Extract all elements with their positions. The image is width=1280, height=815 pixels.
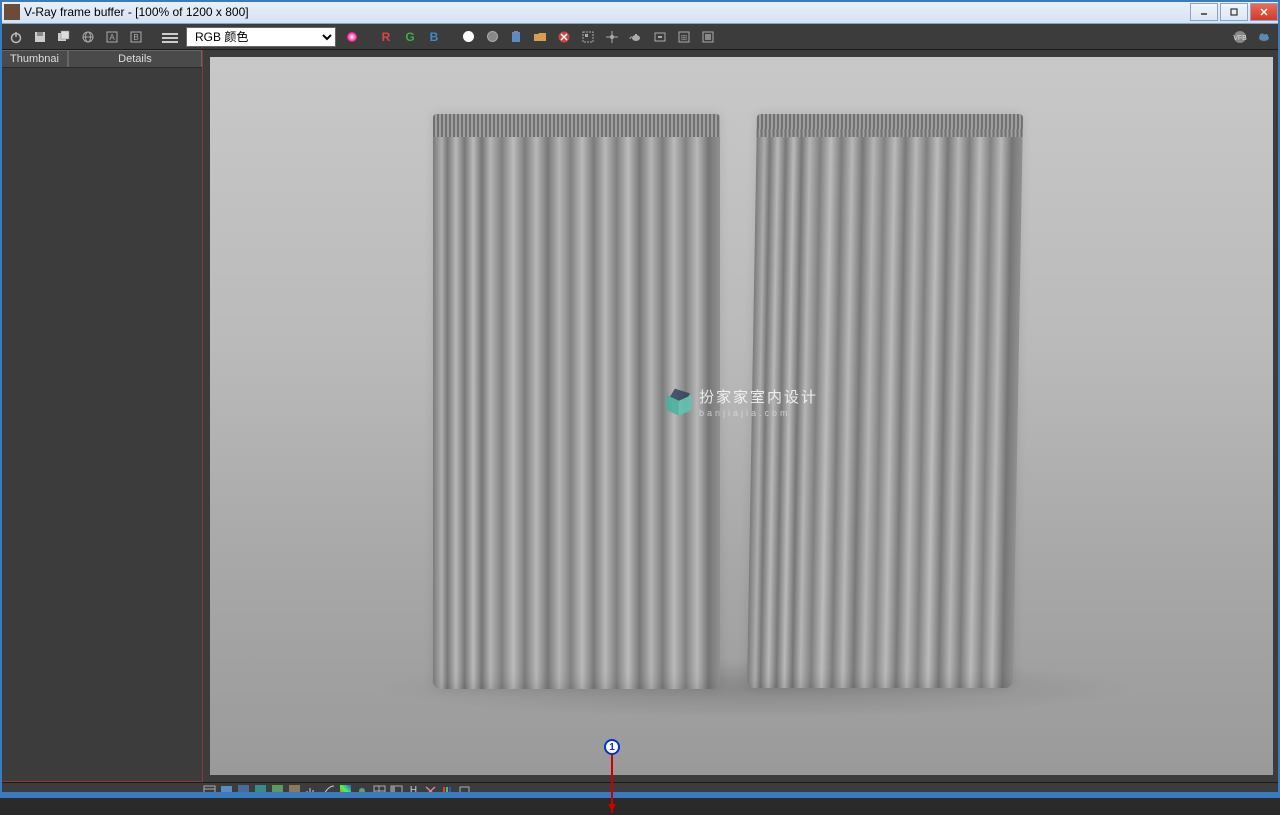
menu-icon[interactable] [159,26,181,48]
vr-icon[interactable]: 田 [673,26,695,48]
track-mouse-icon[interactable] [601,26,623,48]
svg-text:B: B [133,33,138,42]
watermark-subtitle: banjiajia.com [699,408,818,418]
svg-text:A: A [109,33,115,42]
svg-text:田: 田 [681,35,687,42]
green-channel-button[interactable]: G [399,26,421,48]
color-wheel-icon[interactable] [341,26,363,48]
link-icon[interactable] [649,26,671,48]
mono-gray-icon[interactable] [481,26,503,48]
watermark-logo-icon [665,389,691,415]
toolbar: A B RGB 颜色 R G B 田 VFB [0,24,1280,50]
render-image: 扮家家室内设计 banjiajia.com [210,57,1273,775]
tab-details[interactable]: Details [68,50,202,67]
watermark: 扮家家室内设计 banjiajia.com [665,386,818,418]
app-icon [4,4,20,20]
blue-channel-button[interactable]: B [423,26,445,48]
red-channel-button[interactable]: R [375,26,397,48]
render-frame: 扮家家室内设计 banjiajia.com [207,54,1276,778]
viewport[interactable]: 扮家家室内设计 banjiajia.com 1 [203,50,1280,782]
annotation-arrow-icon [611,755,613,813]
annotation-badge: 1 [604,739,620,755]
minimize-button[interactable] [1190,3,1218,21]
tab-thumbnail[interactable]: Thumbnai [1,50,68,67]
folder-icon[interactable] [529,26,551,48]
channel-select[interactable]: RGB 颜色 [186,27,336,47]
bottom-border [0,792,1280,798]
titlebar: V-Ray frame buffer - [100% of 1200 x 800… [0,0,1280,24]
stop-icon[interactable] [553,26,575,48]
close-button[interactable] [1250,3,1278,21]
sidebar-tabs: Thumbnai Details [1,50,202,68]
maximize-button[interactable] [1220,3,1248,21]
power-icon[interactable] [5,26,27,48]
layers-icon[interactable] [697,26,719,48]
info-icon[interactable]: VFB [1229,26,1251,48]
main-area: Thumbnai Details 扮家家室内设计 banjiajia. [0,50,1280,782]
teapot-icon[interactable] [625,26,647,48]
mono-white-icon[interactable] [457,26,479,48]
history-panel: Thumbnai Details [0,50,203,782]
save-all-icon[interactable] [53,26,75,48]
region-icon[interactable] [577,26,599,48]
cloud-icon[interactable] [1253,26,1275,48]
window-title: V-Ray frame buffer - [100% of 1200 x 800… [24,5,1190,19]
watermark-title: 扮家家室内设计 [699,386,818,407]
globe-icon[interactable] [77,26,99,48]
clipboard-icon[interactable] [505,26,527,48]
a-channel-icon[interactable]: A [101,26,123,48]
b-channel-icon[interactable]: B [125,26,147,48]
save-icon[interactable] [29,26,51,48]
svg-text:VFB: VFB [1233,35,1247,42]
window-controls [1190,3,1280,21]
